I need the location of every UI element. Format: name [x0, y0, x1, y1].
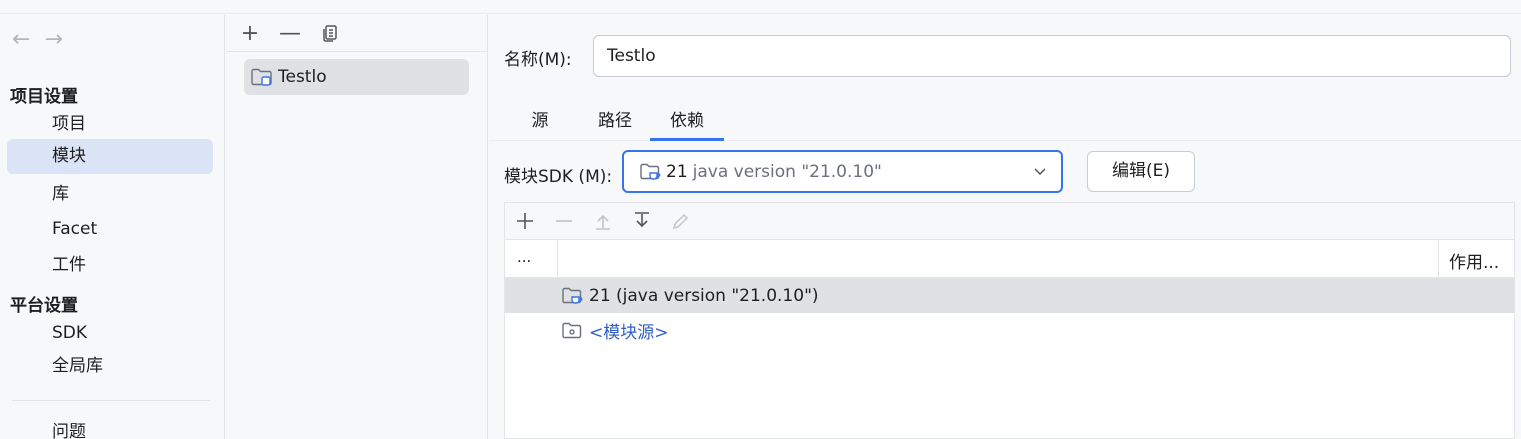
- edit-button[interactable]: 编辑(E): [1087, 151, 1195, 192]
- module-folder-icon: [250, 66, 274, 88]
- settings-nav: ← → 项目设置 项目 模块 库 Facet 工件 平台设置 SDK 全局库 问…: [0, 15, 225, 439]
- dependency-label: <模块源>: [589, 323, 669, 343]
- tab-dependencies[interactable]: 依赖: [650, 109, 724, 141]
- jdk-folder-icon: [561, 285, 583, 307]
- nav-item-problems[interactable]: 问题: [7, 415, 213, 439]
- tab-paths[interactable]: 路径: [593, 109, 637, 141]
- nav-item-sdk[interactable]: SDK: [7, 316, 213, 351]
- module-sdk-select[interactable]: 21 java version "21.0.10": [622, 150, 1063, 193]
- edit-pencil-icon[interactable]: [667, 207, 695, 235]
- source-folder-icon: [561, 320, 583, 342]
- nav-divider: [12, 400, 210, 401]
- remove-dependency-icon[interactable]: [550, 207, 578, 235]
- column-scope[interactable]: 作用...: [1449, 248, 1499, 273]
- module-item-label: Testlo: [278, 67, 327, 87]
- nav-item-facet[interactable]: Facet: [7, 212, 213, 247]
- chevron-down-icon: [1033, 164, 1047, 178]
- nav-item-modules[interactable]: 模块: [7, 139, 213, 174]
- dependencies-panel: ... 作用... 21 (java version "21.0.10") <模…: [504, 202, 1515, 439]
- move-up-icon[interactable]: [589, 207, 617, 235]
- tab-sources[interactable]: 源: [525, 109, 555, 141]
- add-dependency-icon[interactable]: [511, 207, 539, 235]
- module-detail-panel: 名称(M): Testlo 源 路径 依赖 模块SDK (M): 21 java…: [489, 15, 1521, 439]
- back-arrow-icon[interactable]: ←: [12, 29, 30, 51]
- dependency-row-module-source[interactable]: <模块源>: [505, 313, 1514, 348]
- project-settings-header: 项目设置: [10, 87, 78, 107]
- nav-item-project[interactable]: 项目: [7, 107, 213, 142]
- sdk-version: 21: [666, 161, 688, 182]
- column-divider: [557, 240, 558, 277]
- jdk-folder-icon: [639, 161, 661, 183]
- copy-icon[interactable]: [316, 19, 344, 47]
- nav-arrows: ← →: [12, 29, 63, 51]
- add-icon[interactable]: +: [236, 19, 264, 47]
- nav-item-artifacts[interactable]: 工件: [7, 248, 213, 283]
- platform-settings-header: 平台设置: [10, 296, 78, 316]
- forward-arrow-icon[interactable]: →: [44, 29, 62, 51]
- dependency-row-jdk[interactable]: 21 (java version "21.0.10"): [505, 278, 1514, 313]
- column-dots[interactable]: ...: [517, 248, 531, 266]
- column-divider: [1438, 240, 1439, 277]
- title-strip: [0, 0, 1521, 14]
- module-sdk-label: 模块SDK (M):: [504, 167, 613, 187]
- nav-item-global-libraries[interactable]: 全局库: [7, 349, 213, 384]
- module-item[interactable]: Testlo: [244, 59, 469, 95]
- module-list-panel: + — Testlo: [226, 15, 488, 439]
- move-down-icon[interactable]: [628, 207, 656, 235]
- remove-icon[interactable]: —: [276, 19, 304, 47]
- sdk-detail: java version "21.0.10": [692, 161, 882, 182]
- nav-item-libraries[interactable]: 库: [7, 177, 213, 212]
- dependencies-header: ... 作用...: [505, 240, 1514, 278]
- module-toolbar: + —: [226, 15, 487, 52]
- module-tabs: 源 路径 依赖: [489, 105, 1521, 141]
- name-input[interactable]: Testlo: [593, 35, 1511, 77]
- dependencies-toolbar: [505, 203, 1514, 240]
- name-label: 名称(M):: [504, 50, 572, 70]
- dependency-label: 21 (java version "21.0.10"): [589, 285, 819, 306]
